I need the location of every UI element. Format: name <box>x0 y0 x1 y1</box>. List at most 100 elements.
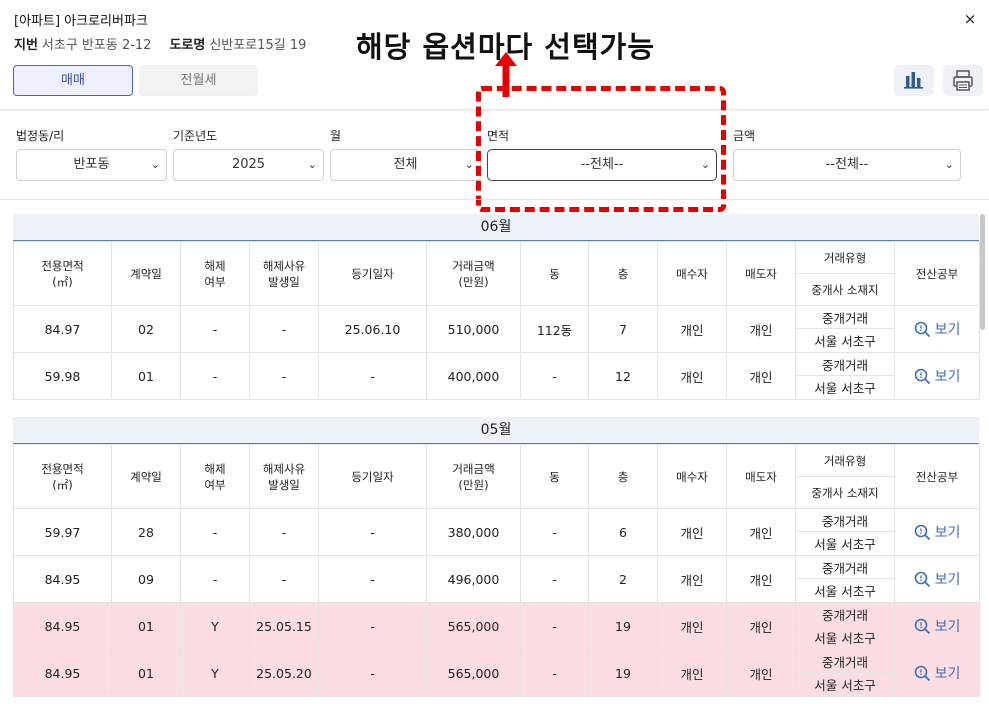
chevron-down-icon: ⌄ <box>464 158 474 171</box>
cell-seller: 개인 <box>726 508 796 556</box>
header-agent-location: 중개사 소재지 <box>795 476 895 509</box>
deals-table: 전용면적 (㎡) 계약일 해제 여부 해제사유 발생일 등기일자 거래금액 (만원) 동 층 매수자 매도… <box>13 241 980 400</box>
road-label: 도로명 <box>169 38 206 53</box>
header-seller: 매도자 <box>726 241 796 306</box>
tab-rent[interactable]: 전월세 <box>139 65 258 96</box>
header-cancel-date: 해제사유 발생일 <box>249 444 319 509</box>
view-ledger-button[interactable]: 보기 <box>914 618 960 635</box>
cell-cancel: - <box>180 352 250 400</box>
cell-ledger: 보기 <box>894 305 980 353</box>
dong-select[interactable]: 반포동 ⌄ <box>16 149 167 181</box>
price-select-value: --전체-- <box>825 157 869 172</box>
magnifier-icon <box>914 321 930 338</box>
cell-price: 380,000 <box>426 508 521 556</box>
cell-seller: 개인 <box>726 352 796 400</box>
tab-buy[interactable]: 매매 <box>13 65 133 96</box>
header-trade-type: 거래유형 <box>795 444 895 477</box>
chart-button[interactable] <box>894 65 934 96</box>
magnifier-icon <box>914 571 930 588</box>
deals-table: 전용면적 (㎡) 계약일 해제 여부 해제사유 발생일 등기일자 거래금액 (만원) 동 층 매수자 매도… <box>13 444 980 697</box>
cell-buyer: 개인 <box>657 649 727 697</box>
cell-cancel-date: 25.05.20 <box>249 649 319 697</box>
header-contract-day: 계약일 <box>111 241 181 306</box>
address-line: 지번 서초구 반포동 2-12 도로명 신반포로15길 19 <box>14 34 306 53</box>
cell-cancel-date: - <box>249 352 319 400</box>
cell-cancel-date: - <box>249 555 319 603</box>
header-cancel-date: 해제사유 발생일 <box>249 241 319 306</box>
cell-area: 59.97 <box>13 508 112 556</box>
magnifier-icon <box>914 368 930 385</box>
cell-agent-location: 서울 서초구 <box>795 578 895 603</box>
view-ledger-button[interactable]: 보기 <box>914 368 960 385</box>
cell-agent-location: 서울 서초구 <box>795 375 895 400</box>
view-ledger-button[interactable]: 보기 <box>914 524 960 541</box>
cell-trade-type: 중개거래 <box>795 352 895 376</box>
cell-floor: 6 <box>588 508 658 556</box>
annotation-arrow-icon <box>495 52 517 97</box>
cell-price: 565,000 <box>426 602 521 650</box>
cell-cancel: Y <box>180 649 250 697</box>
magnifier-icon <box>914 618 930 635</box>
cell-contract-day: 01 <box>111 602 181 650</box>
month-select-value: 전체 <box>393 157 418 172</box>
view-ledger-label: 보기 <box>934 322 961 338</box>
filter-label-area: 면적 <box>487 129 510 143</box>
cell-area: 84.97 <box>13 305 112 353</box>
printer-icon <box>953 70 973 91</box>
header-price: 거래금액 (만원) <box>426 444 521 509</box>
cell-buyer: 개인 <box>657 602 727 650</box>
cell-agent-location: 서울 서초구 <box>795 672 895 697</box>
month-header: 06월 <box>13 214 979 241</box>
header-ledger: 전산공부 <box>894 444 980 509</box>
cell-dong: - <box>520 649 589 697</box>
area-select[interactable]: --전체-- ⌄ <box>487 149 717 181</box>
cell-registration-date: - <box>318 649 427 697</box>
filter-label-dong: 법정동/리 <box>16 129 65 143</box>
table-row: 84.95 01 Y 25.05.15-565,000-19 개인 개인 중개거래 보기 <box>13 602 980 650</box>
close-icon[interactable]: × <box>959 8 981 30</box>
cell-dong: - <box>520 602 589 650</box>
cell-cancel: - <box>180 305 250 353</box>
header-area: 전용면적 (㎡) <box>13 444 112 509</box>
cell-price: 565,000 <box>426 649 521 697</box>
month-select[interactable]: 전체 ⌄ <box>330 149 481 181</box>
chevron-down-icon: ⌄ <box>700 158 710 171</box>
cell-buyer: 개인 <box>657 305 727 353</box>
divider <box>0 199 989 200</box>
cell-ledger: 보기 <box>894 555 980 603</box>
chevron-down-icon: ⌄ <box>944 158 954 171</box>
year-select-value: 2025 <box>231 157 266 172</box>
view-ledger-button[interactable]: 보기 <box>914 321 961 338</box>
jibun-label: 지번 <box>14 38 38 53</box>
header-agent-location: 중개사 소재지 <box>795 273 895 306</box>
header-registration-date: 등기일자 <box>318 241 427 306</box>
header-ledger: 전산공부 <box>894 241 980 306</box>
cell-area: 59.98 <box>13 352 112 400</box>
cell-floor: 7 <box>588 305 658 353</box>
view-ledger-button[interactable]: 보기 <box>914 665 960 682</box>
price-select[interactable]: --전체-- ⌄ <box>733 149 961 181</box>
cell-cancel-date: - <box>249 508 319 556</box>
cell-dong: - <box>520 555 589 603</box>
cell-buyer: 개인 <box>657 352 727 400</box>
cell-seller: 개인 <box>726 602 796 650</box>
header-buyer: 매수자 <box>657 444 727 509</box>
header-buyer: 매수자 <box>657 241 727 306</box>
table-row: 84.95 01 Y 25.05.20-565,000-19 개인 개인 중개거래 보기 <box>13 649 980 697</box>
scrollbar[interactable] <box>980 214 985 330</box>
cell-agent-location: 서울 서초구 <box>795 328 895 353</box>
header-registration-date: 등기일자 <box>318 444 427 509</box>
view-ledger-label: 보기 <box>934 572 961 588</box>
cell-cancel: - <box>180 555 250 603</box>
cell-trade-type: 중개거래 <box>795 602 895 626</box>
view-ledger-button[interactable]: 보기 <box>914 571 961 588</box>
magnifier-icon <box>914 665 930 682</box>
cell-registration-date: - <box>318 508 427 556</box>
year-select[interactable]: 2025 ⌄ <box>173 149 324 181</box>
cell-agent-location: 서울 서초구 <box>795 625 895 650</box>
cell-floor: 19 <box>588 649 658 697</box>
cell-buyer: 개인 <box>657 508 727 556</box>
print-button[interactable] <box>943 65 983 96</box>
header-seller: 매도자 <box>726 444 796 509</box>
header-cancel: 해제 여부 <box>180 241 250 306</box>
